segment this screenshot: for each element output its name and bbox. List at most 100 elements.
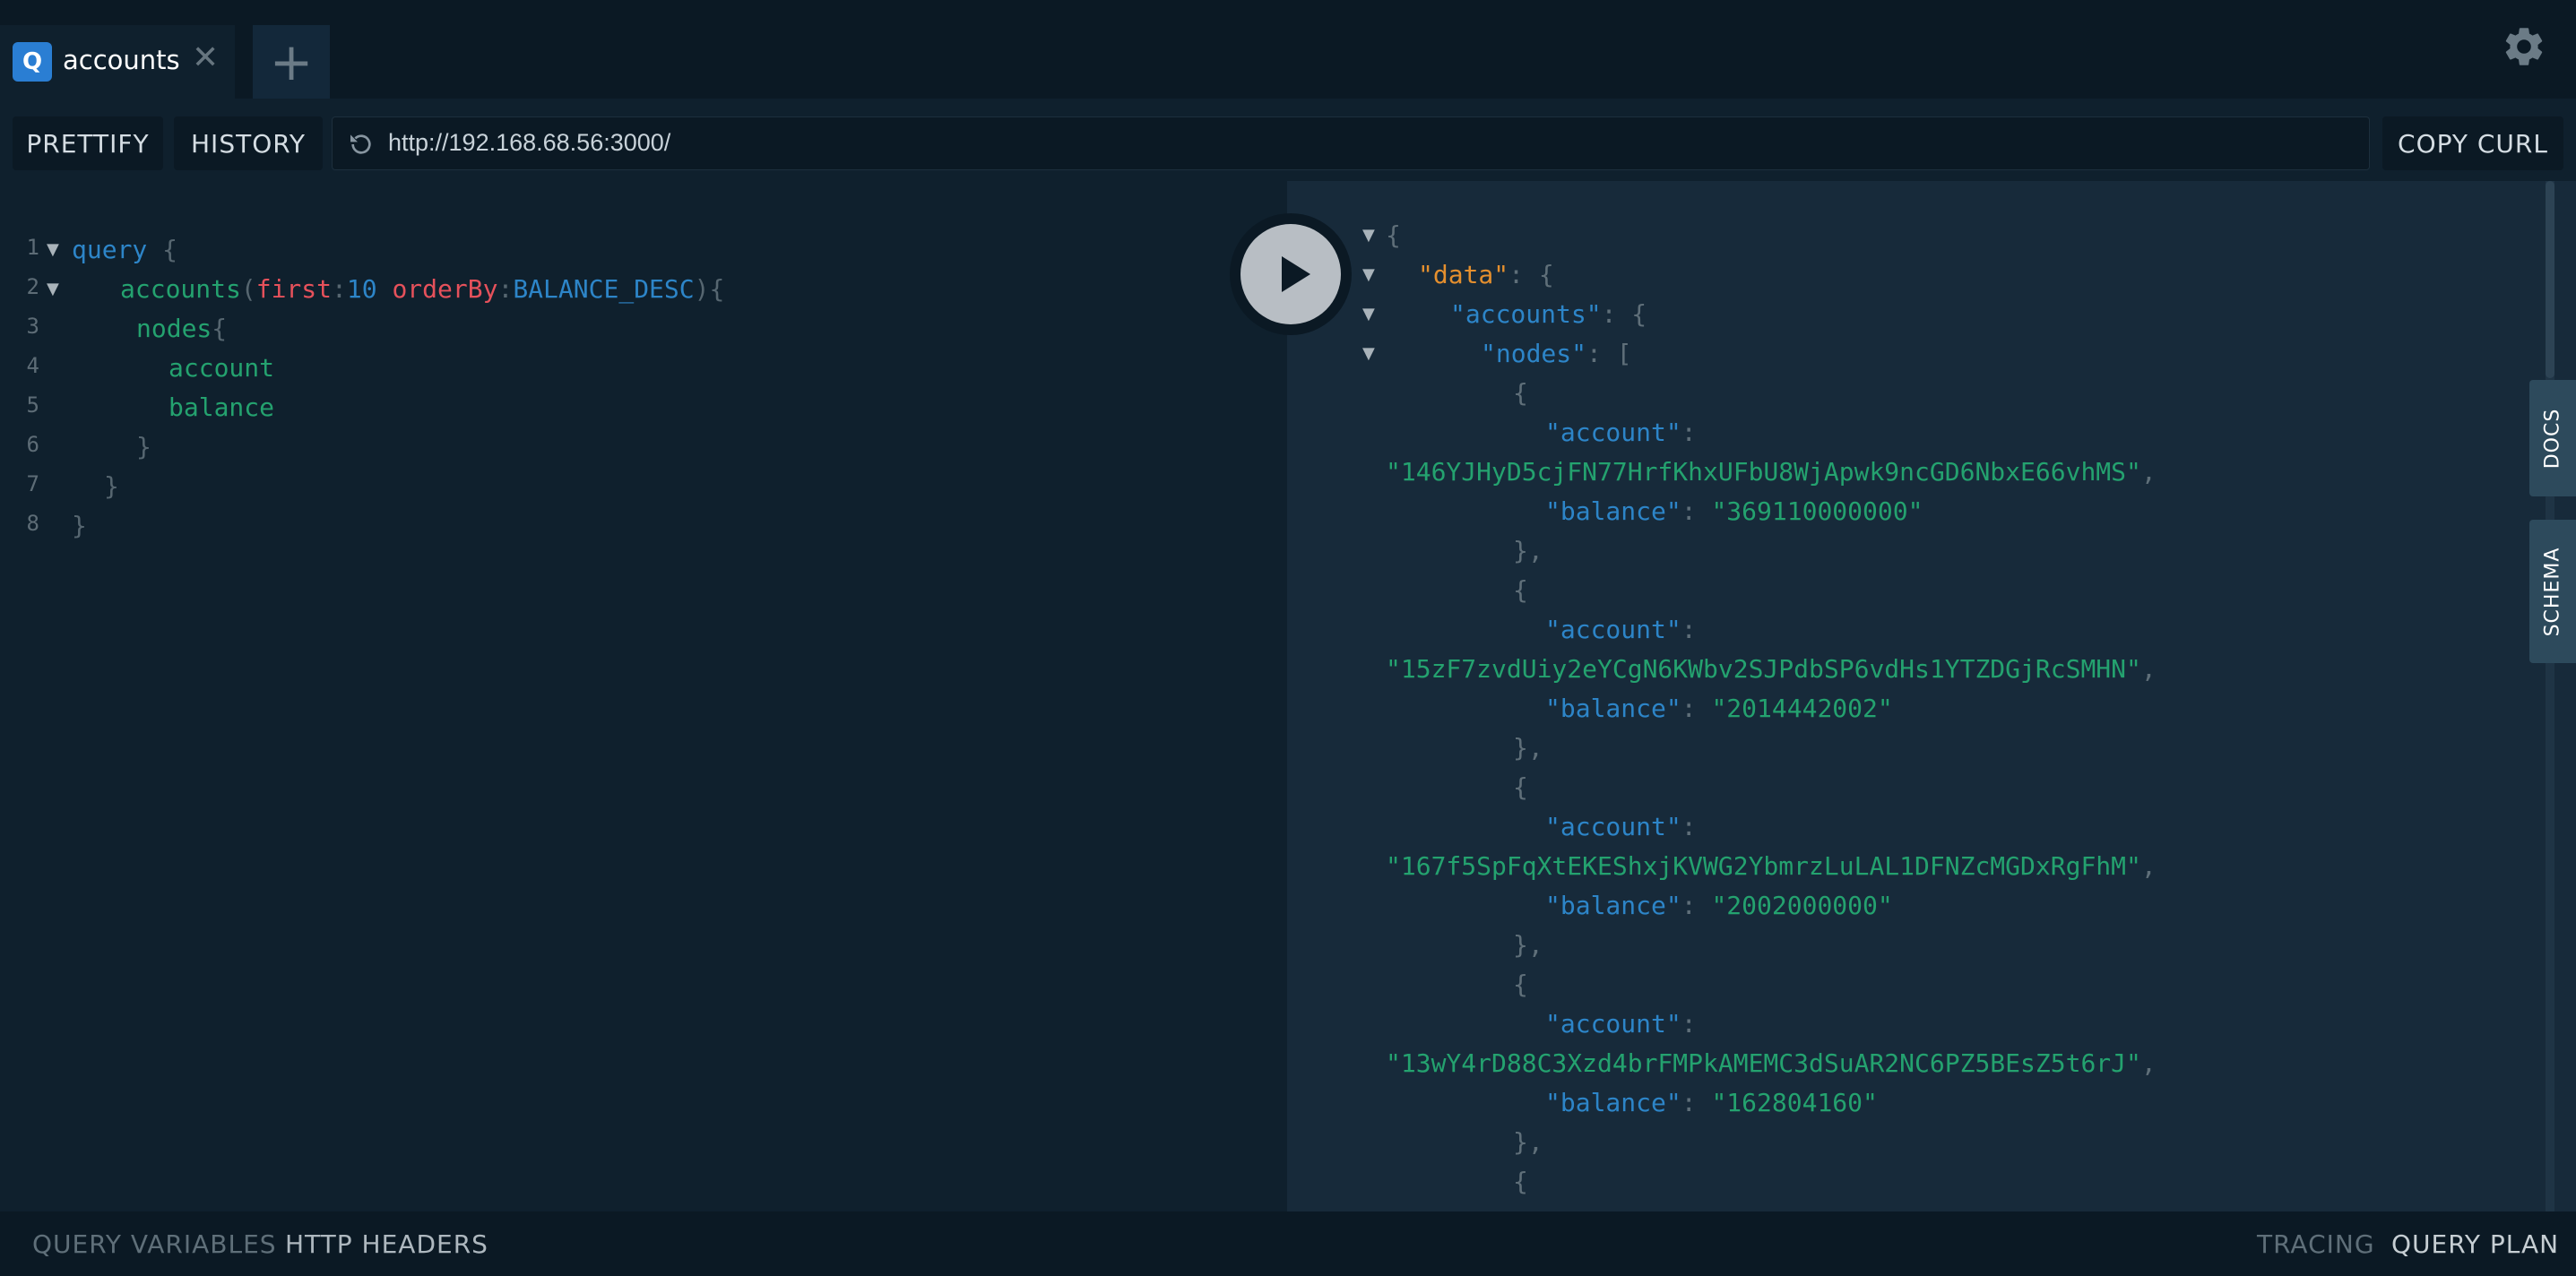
fold-arrow-icon[interactable]: ▼ [1362, 305, 1375, 323]
field-balance: balance [169, 392, 275, 422]
field-account: account [169, 353, 275, 383]
json-balance-value: "162804160" [1711, 1088, 1878, 1117]
schema-tab-label: SCHEMA [2541, 547, 2564, 636]
refresh-icon[interactable] [347, 130, 376, 159]
json-key-balance: "balance" [1545, 694, 1681, 723]
json-account-key-line: "account": [1545, 1009, 1697, 1039]
tab-bar: Q accounts ✕ + [0, 0, 2576, 99]
json-balance-line: "balance": "369110000000" [1545, 496, 1923, 526]
json-node-open: { [1513, 1167, 1528, 1196]
json-key-account: "account" [1545, 615, 1681, 644]
code-line-7: } [104, 471, 119, 501]
json-balance-line: "balance": "2002000000" [1545, 891, 1893, 920]
json-balance-value: "369110000000" [1711, 496, 1923, 526]
code-line-8: } [72, 511, 87, 540]
json-account-key-line: "account": [1545, 615, 1697, 644]
endpoint-url-text: http://192.168.68.56:3000/ [388, 129, 671, 156]
json-key-balance: "balance" [1545, 496, 1681, 526]
code-line-2: accounts(first:10 orderBy:BALANCE_DESC){ [120, 274, 725, 304]
copy-curl-button[interactable]: COPY CURL [2382, 116, 2563, 170]
json-key-account: "account" [1545, 812, 1681, 841]
json-account-value-line: "167f5SpFqXtEKEShxjKVWG2YbmrzLuLAL1DFNZc… [1386, 851, 2157, 881]
line-number: 6 [26, 432, 39, 457]
tab-title: accounts [63, 45, 180, 75]
json-node-open: { [1513, 970, 1528, 999]
json-nodes-line: "nodes": [ [1481, 339, 1632, 368]
json-node-open: { [1513, 378, 1528, 408]
schema-tab[interactable]: SCHEMA [2529, 520, 2576, 663]
json-key-account: "account" [1545, 418, 1681, 447]
close-icon[interactable]: ✕ [192, 39, 219, 76]
fold-arrow-icon[interactable]: ▼ [47, 240, 59, 259]
json-account-key-line: "account": [1545, 812, 1697, 841]
add-tab-button[interactable]: + [253, 25, 330, 99]
http-headers-tab[interactable]: HTTP HEADERS [285, 1229, 488, 1259]
json-account-key-line: "account": [1545, 418, 1697, 447]
json-node-close: }, [1513, 733, 1543, 763]
gear-icon[interactable] [2501, 23, 2547, 70]
json-account-value: "15zF7zvdUiy2eYCgN6KWbv2SJPdbSP6vdHs1YTZ… [1386, 654, 2141, 684]
execute-query-button[interactable] [1230, 213, 1352, 335]
json-key-balance: "balance" [1545, 891, 1681, 920]
line-number: 8 [26, 511, 39, 536]
json-account-value: "13wY4rD88C3Xzd4brFMPkAMEMC3dSuAR2NC6PZ5… [1386, 1048, 2141, 1078]
arg-first: first [255, 274, 333, 304]
json-node-open: { [1513, 575, 1528, 605]
tracing-tab[interactable]: TRACING [2257, 1229, 2375, 1259]
json-key-balance: "balance" [1545, 1088, 1681, 1117]
json-account-value-line: "15zF7zvdUiy2eYCgN6KWbv2SJPdbSP6vdHs1YTZ… [1386, 654, 2157, 684]
json-key-nodes: "nodes" [1481, 339, 1587, 368]
json-node-close: }, [1513, 536, 1543, 565]
line-number: 7 [26, 471, 39, 496]
field-accounts: accounts [120, 274, 241, 304]
query-variables-tab[interactable]: QUERY VARIABLES [32, 1229, 277, 1259]
history-button[interactable]: HISTORY [174, 116, 323, 170]
bottom-bar: QUERY VARIABLES HTTP HEADERS TRACING QUE… [0, 1211, 2576, 1276]
json-key-accounts: "accounts" [1450, 299, 1602, 329]
fold-arrow-icon[interactable]: ▼ [1362, 226, 1375, 245]
arg-orderby: orderBy [392, 274, 498, 304]
json-account-value: "167f5SpFqXtEKEShxjKVWG2YbmrzLuLAL1DFNZc… [1386, 851, 2141, 881]
json-balance-line: "balance": "2014442002" [1545, 694, 1893, 723]
result-scrollbar-thumb[interactable] [2546, 181, 2554, 378]
code-line-4: account [169, 353, 274, 383]
json-node-close: }, [1513, 930, 1543, 960]
code-line-6: } [136, 432, 151, 461]
value-first: 10 [346, 274, 377, 304]
json-account-value-line: "13wY4rD88C3Xzd4brFMPkAMEMC3dSuAR2NC6PZ5… [1386, 1048, 2157, 1078]
json-node-close: }, [1513, 1127, 1543, 1157]
tab-accounts[interactable]: Q accounts ✕ [0, 25, 235, 99]
json-key-account: "account" [1545, 1009, 1681, 1039]
code-line-5: balance [169, 392, 274, 422]
endpoint-url-field[interactable]: http://192.168.68.56:3000/ [332, 116, 2370, 170]
json-key-data: "data" [1418, 260, 1509, 289]
json-balance-value: "2002000000" [1711, 891, 1893, 920]
fold-arrow-icon[interactable]: ▼ [1362, 344, 1375, 363]
line-number: 4 [26, 353, 39, 378]
query-editor[interactable]: 1 2 3 4 5 6 7 8 ▼ ▼ query { accounts(fir… [0, 197, 1287, 1211]
docs-tab[interactable]: DOCS [2529, 380, 2576, 496]
play-icon [1282, 256, 1310, 292]
line-number: 1 [26, 235, 39, 260]
fold-arrow-icon[interactable]: ▼ [47, 280, 59, 298]
code-line-3: nodes{ [136, 314, 228, 343]
json-open-brace: { [1386, 220, 1401, 250]
prettify-button[interactable]: PRETTIFY [13, 116, 163, 170]
query-plan-tab[interactable]: QUERY PLAN [2391, 1229, 2559, 1259]
code-line-1: query { [72, 235, 178, 264]
json-data-line: "data": { [1418, 260, 1554, 289]
query-badge-icon: Q [13, 42, 52, 82]
line-number: 3 [26, 314, 39, 339]
json-accounts-line: "accounts": { [1450, 299, 1647, 329]
line-number: 5 [26, 392, 39, 418]
json-balance-line: "balance": "162804160" [1545, 1088, 1878, 1117]
value-orderby: BALANCE_DESC [513, 274, 695, 304]
json-node-open: { [1513, 772, 1528, 802]
json-account-value-line: "146YJHyD5cjFN77HrfKhxUFbU8WjApwk9ncGD6N… [1386, 457, 2157, 487]
execute-query-button-face[interactable] [1240, 224, 1341, 324]
json-balance-value: "2014442002" [1711, 694, 1893, 723]
keyword-query: query [72, 235, 148, 264]
json-account-value: "146YJHyD5cjFN77HrfKhxUFbU8WjApwk9ncGD6N… [1386, 457, 2141, 487]
field-nodes: nodes [136, 314, 212, 343]
fold-arrow-icon[interactable]: ▼ [1362, 265, 1375, 284]
